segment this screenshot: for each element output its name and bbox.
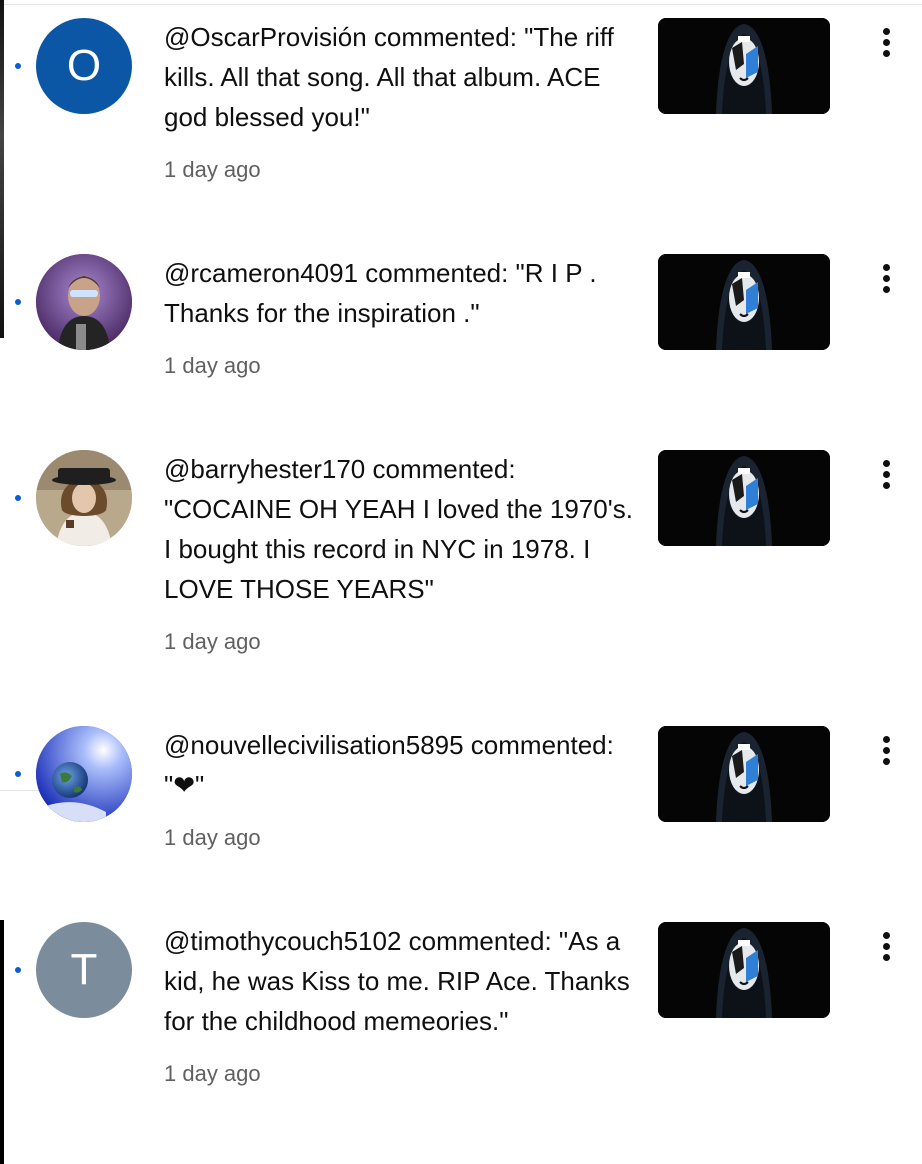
profile-photo bbox=[36, 726, 132, 822]
menu-dot bbox=[882, 481, 890, 489]
left-edge-shadow bbox=[0, 920, 4, 1164]
more-vert-icon[interactable] bbox=[866, 726, 906, 774]
more-vert-icon[interactable] bbox=[866, 450, 906, 498]
video-thumbnail[interactable] bbox=[658, 254, 830, 350]
notification-text[interactable]: @timothycouch5102 commented: "As a kid, … bbox=[164, 921, 634, 1089]
avatar[interactable] bbox=[36, 254, 132, 350]
unread-indicator bbox=[15, 495, 21, 501]
comment-text: @OscarProvisión commented: "The riff kil… bbox=[164, 22, 614, 132]
avatar-letter: O bbox=[66, 41, 102, 90]
more-vert-icon[interactable] bbox=[866, 254, 906, 302]
comment-text: @timothycouch5102 commented: "As a kid, … bbox=[164, 926, 630, 1036]
menu-dot bbox=[882, 757, 890, 765]
notification-text[interactable]: @OscarProvisión commented: "The riff kil… bbox=[164, 17, 634, 185]
timestamp: 1 day ago bbox=[164, 629, 261, 654]
avatar[interactable] bbox=[36, 450, 132, 546]
menu-dot bbox=[882, 942, 890, 950]
menu-dot bbox=[882, 263, 890, 271]
comment-text: @barryhester170 commented: "COCAINE OH Y… bbox=[164, 454, 633, 604]
unread-indicator bbox=[15, 299, 21, 305]
avatar[interactable]: T bbox=[36, 922, 132, 1018]
unread-indicator bbox=[15, 967, 21, 973]
timestamp: 1 day ago bbox=[164, 157, 261, 182]
video-thumbnail[interactable] bbox=[658, 726, 830, 822]
comment-text: @rcameron4091 commented: "R I P . Thanks… bbox=[164, 258, 597, 328]
profile-photo bbox=[36, 254, 132, 350]
unread-indicator bbox=[15, 63, 21, 69]
menu-dot bbox=[882, 931, 890, 939]
more-vert-icon[interactable] bbox=[866, 922, 906, 970]
timestamp: 1 day ago bbox=[164, 1061, 261, 1086]
timestamp: 1 day ago bbox=[164, 825, 261, 850]
notification-text[interactable]: @barryhester170 commented: "COCAINE OH Y… bbox=[164, 449, 634, 657]
menu-dot bbox=[882, 735, 890, 743]
comment-text: @nouvellecivilisation5895 commented: "❤" bbox=[164, 730, 614, 800]
profile-photo bbox=[36, 450, 132, 546]
avatar[interactable]: O bbox=[36, 18, 132, 114]
video-thumbnail[interactable] bbox=[658, 922, 830, 1018]
menu-dot bbox=[882, 38, 890, 46]
menu-dot bbox=[882, 459, 890, 467]
video-thumbnail[interactable] bbox=[658, 450, 830, 546]
left-edge-shadow bbox=[0, 0, 4, 338]
menu-dot bbox=[882, 27, 890, 35]
menu-dot bbox=[882, 953, 890, 961]
top-divider bbox=[0, 4, 922, 5]
timestamp: 1 day ago bbox=[164, 353, 261, 378]
notification-text[interactable]: @rcameron4091 commented: "R I P . Thanks… bbox=[164, 253, 634, 381]
more-vert-icon[interactable] bbox=[866, 18, 906, 66]
notification-text[interactable]: @nouvellecivilisation5895 commented: "❤"… bbox=[164, 725, 634, 853]
video-thumbnail[interactable] bbox=[658, 18, 830, 114]
menu-dot bbox=[882, 285, 890, 293]
menu-dot bbox=[882, 470, 890, 478]
menu-dot bbox=[882, 274, 890, 282]
menu-dot bbox=[882, 746, 890, 754]
avatar[interactable] bbox=[36, 726, 132, 822]
menu-dot bbox=[882, 49, 890, 57]
unread-indicator bbox=[15, 771, 21, 777]
avatar-letter: T bbox=[70, 945, 98, 994]
section-divider bbox=[0, 790, 40, 791]
